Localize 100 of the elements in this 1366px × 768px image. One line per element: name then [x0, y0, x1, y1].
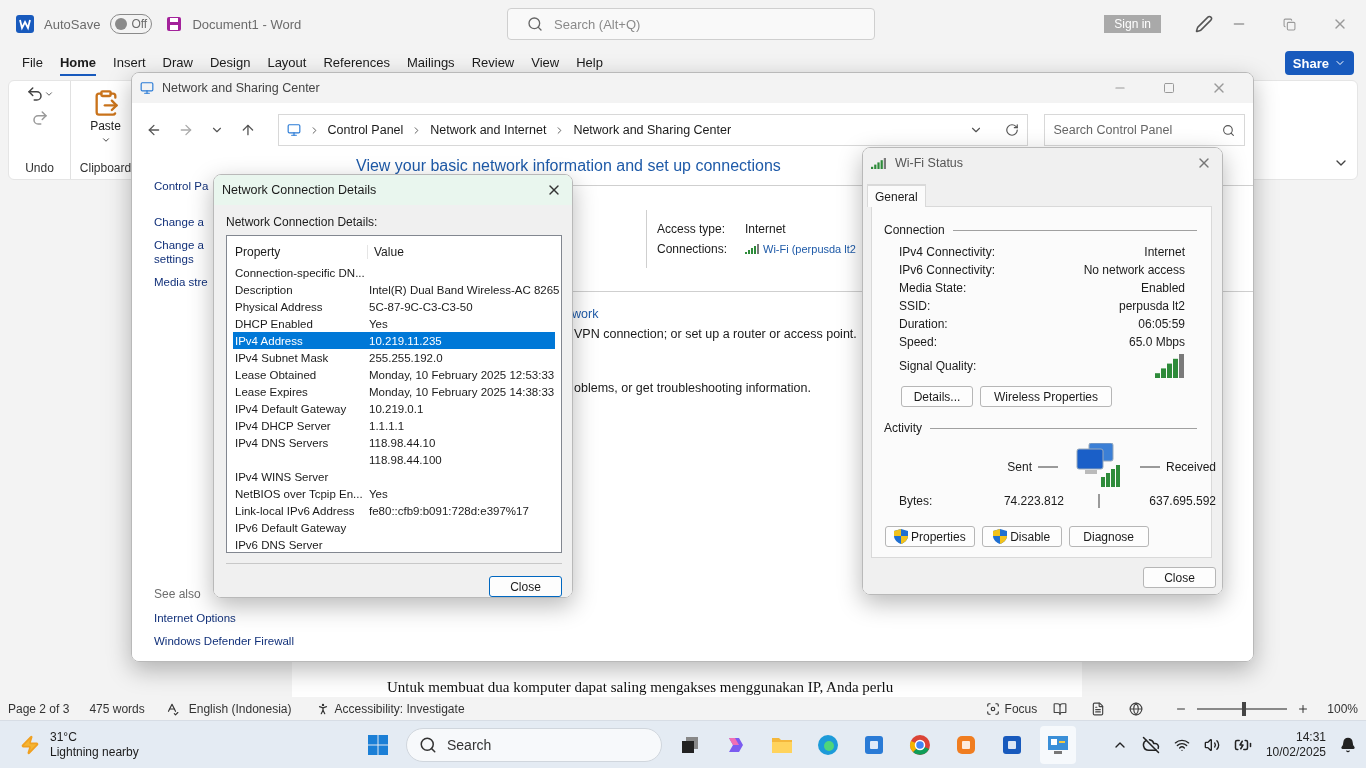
- ribbon-tab[interactable]: Help: [576, 50, 603, 76]
- back-icon[interactable]: [146, 122, 162, 138]
- close-button[interactable]: Close: [1143, 567, 1216, 588]
- list-row[interactable]: IPv4 Address 10.219.11.235: [233, 332, 555, 349]
- sent-label: Sent: [989, 459, 1064, 474]
- list-row[interactable]: Connection-specific DN...: [233, 264, 555, 281]
- table-cell-text: Yes: [368, 487, 389, 500]
- undo-button[interactable]: [25, 85, 54, 103]
- word-count: 475 words: [89, 701, 145, 716]
- section-label: Connection: [884, 223, 945, 237]
- autosave-toggle[interactable]: Off: [110, 14, 153, 34]
- breadcrumb-item[interactable]: Network and Internet: [430, 123, 547, 137]
- window-title: Wi-Fi Status: [895, 156, 964, 170]
- ribbon-tab[interactable]: Home: [59, 50, 97, 76]
- field-value: Internet: [1144, 245, 1185, 259]
- list-row[interactable]: Link-local IPv6 Address fe80::cfb9:b091:728d:e397%17: [233, 502, 555, 519]
- search-field[interactable]: Search (Alt+Q): [507, 8, 875, 40]
- web-layout-button[interactable]: [1129, 701, 1144, 716]
- list-row[interactable]: Lease Expires Monday, 10 February 2025 14:38:33: [233, 383, 555, 400]
- breadcrumb-item[interactable]: Network and Sharing Center: [573, 123, 732, 137]
- table-cell-text: Physical Address: [234, 300, 324, 313]
- signal-quality-icon: [1155, 354, 1185, 378]
- lightning-icon: [20, 734, 40, 755]
- accessibility-button[interactable]: Accessibility: Investigate: [311, 701, 469, 716]
- redo-button[interactable]: [30, 109, 49, 127]
- connection-link[interactable]: Wi-Fi (perpusda lt2: [745, 242, 856, 255]
- field-value: 06:05:59: [1138, 317, 1185, 331]
- ribbon-tab[interactable]: Review: [471, 50, 515, 76]
- sidebar-link[interactable]: Control Pa: [154, 179, 209, 193]
- paste-button[interactable]: Paste: [86, 85, 125, 149]
- ribbon-tab[interactable]: File: [22, 50, 43, 76]
- list-row[interactable]: 118.98.44.100: [233, 451, 555, 468]
- share-button[interactable]: Share: [1284, 51, 1354, 75]
- list-row[interactable]: IPv4 Subnet Mask 255.255.192.0: [233, 349, 555, 366]
- dialog-button[interactable]: Wireless Properties: [980, 386, 1112, 407]
- document-title: Document1 - Word: [192, 16, 302, 32]
- ribbon-tab[interactable]: Layout: [267, 50, 307, 76]
- sidebar-link[interactable]: Change a settings: [154, 238, 204, 266]
- table-cell-text: IPv6 DNS Server: [234, 538, 324, 551]
- ribbon-tab[interactable]: Design: [209, 50, 251, 76]
- column-header[interactable]: Property: [233, 245, 367, 259]
- list-row[interactable]: Physical Address 5C-87-9C-C3-C3-50: [233, 298, 555, 315]
- zoom-in-icon[interactable]: [1297, 702, 1310, 715]
- setup-link[interactable]: work: [572, 307, 599, 321]
- action-button[interactable]: Properties: [885, 526, 975, 547]
- search-icon: [419, 735, 437, 754]
- see-also-link[interactable]: Internet Options: [154, 611, 236, 625]
- list-row[interactable]: IPv4 Default Gateway 10.219.0.1: [233, 400, 555, 417]
- restore-icon[interactable]: [1283, 17, 1296, 31]
- undo-icon: [25, 85, 44, 103]
- sidebar-link[interactable]: Change a: [154, 215, 204, 229]
- notification-icon[interactable]: [1340, 736, 1356, 753]
- description-text: oblems, or get troubleshooting information.: [574, 381, 811, 395]
- list-row[interactable]: IPv4 DNS Servers 118.98.44.10: [233, 434, 555, 451]
- close-button[interactable]: Close: [489, 576, 562, 597]
- ribbon-tab[interactable]: Draw: [162, 50, 193, 76]
- refresh-icon[interactable]: [1005, 123, 1020, 137]
- print-layout-button[interactable]: [1091, 701, 1106, 716]
- see-also-link[interactable]: Windows Defender Firewall: [154, 634, 294, 648]
- focus-icon: [985, 701, 1000, 716]
- server-app-icon: [955, 733, 977, 756]
- zoom-thumb[interactable]: [1242, 701, 1247, 716]
- address-bar[interactable]: Control Panel Network and Internet Network and Sharing Center: [277, 114, 1029, 146]
- window-title: Network and Sharing Center: [162, 81, 320, 95]
- ribbon-tab[interactable]: Insert: [113, 50, 146, 76]
- focus-button[interactable]: Focus: [981, 701, 1042, 716]
- maximize-icon[interactable]: [1163, 82, 1175, 94]
- breadcrumb-item[interactable]: Control Panel: [327, 123, 404, 137]
- signal-icon: [745, 243, 760, 254]
- control-panel-button[interactable]: [1040, 725, 1076, 764]
- cloud-off-icon[interactable]: [1141, 735, 1160, 754]
- action-button[interactable]: Disable: [981, 526, 1062, 547]
- list-row[interactable]: IPv4 DHCP Server 1.1.1.1: [233, 417, 555, 434]
- list-row[interactable]: IPv6 DNS Server: [233, 536, 555, 553]
- taskbar-search[interactable]: Search: [406, 727, 662, 762]
- save-icon: [166, 16, 183, 32]
- table-cell-text: IPv6 Default Gateway: [234, 521, 348, 534]
- action-button[interactable]: Diagnose: [1068, 526, 1149, 547]
- caret-icon: [100, 135, 111, 145]
- list-row[interactable]: Lease Obtained Monday, 10 February 2025 12:53:33: [233, 366, 555, 383]
- list-row[interactable]: DHCP Enabled Yes: [233, 315, 555, 332]
- search-field[interactable]: Search Control Panel: [1044, 114, 1245, 146]
- sidebar-link[interactable]: Media stre: [154, 275, 208, 289]
- connections-label: Connections:: [657, 241, 729, 256]
- tab[interactable]: General: [867, 184, 926, 207]
- ribbon-tab[interactable]: References: [323, 50, 390, 76]
- ribbon-tab[interactable]: Mailings: [406, 50, 455, 76]
- list-row[interactable]: IPv4 WINS Server: [233, 468, 555, 485]
- dialog-button[interactable]: Details...: [901, 386, 973, 407]
- task-view-icon: [680, 734, 700, 755]
- list-row[interactable]: NetBIOS over Tcpip En... Yes: [233, 485, 555, 502]
- read-mode-button[interactable]: [1053, 701, 1068, 716]
- column-header[interactable]: Value: [367, 245, 555, 259]
- clock[interactable]: 14:31 10/02/2025: [1265, 729, 1326, 760]
- field-label: Signal Quality:: [899, 359, 977, 373]
- volume-icon[interactable]: [1203, 736, 1220, 753]
- ribbon-tab[interactable]: View: [531, 50, 560, 76]
- access-type-label: Access type:: [657, 221, 727, 236]
- received-bytes: 637.695.592: [1148, 494, 1217, 508]
- list-row[interactable]: IPv6 Default Gateway: [233, 519, 555, 536]
